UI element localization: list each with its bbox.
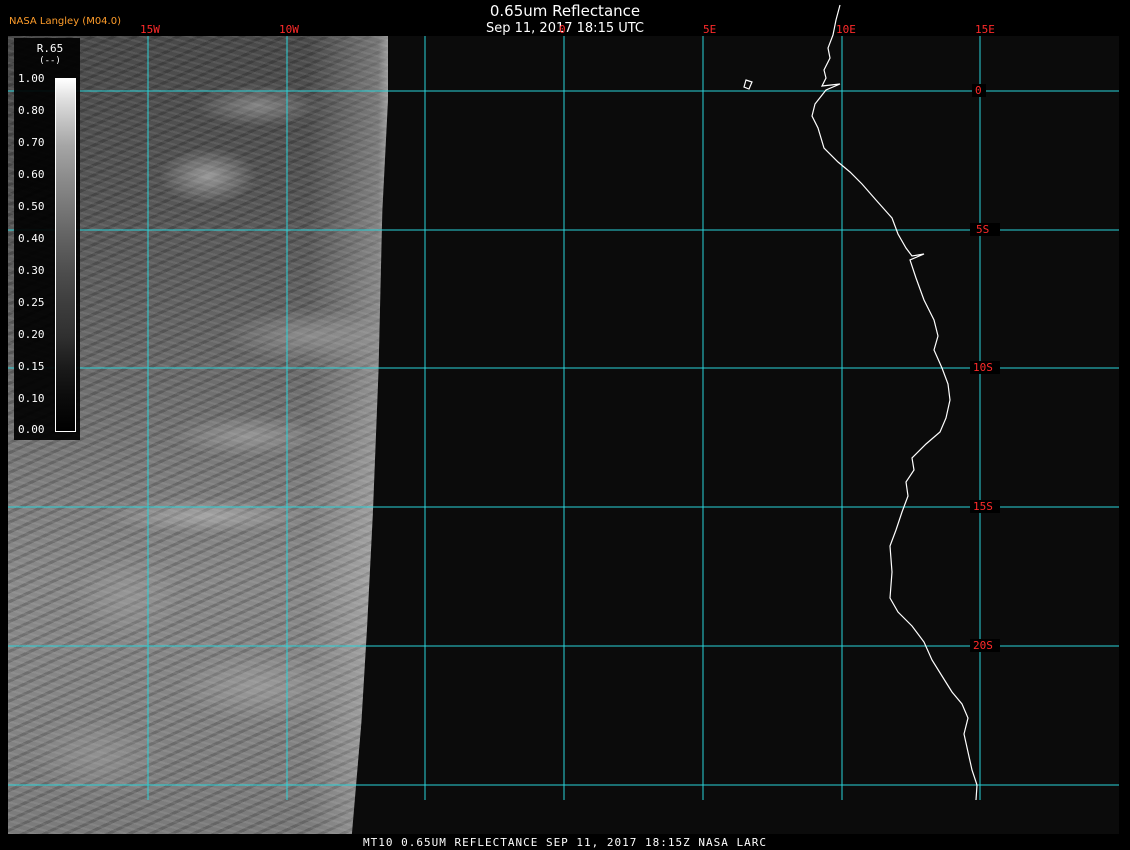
color-legend: R.65 (--) 1.00 0.80 0.70 0.60 0.50 0.40 …: [14, 38, 80, 440]
lon-label-5e: 5E: [703, 23, 716, 36]
island-outline: [743, 79, 753, 90]
lat-label-20s: 20S: [973, 639, 993, 652]
lat-label-0: 0: [975, 84, 982, 97]
legend-tick: 1.00: [18, 72, 45, 85]
coastline: [743, 4, 978, 801]
legend-tick: 0.10: [18, 392, 45, 405]
lat-label-15s: 15S: [973, 500, 993, 513]
lat-label-5s: 5S: [976, 223, 989, 236]
legend-tick: 0.50: [18, 200, 45, 213]
graticule: [8, 36, 1119, 800]
latitude-labels: 0 5S 10S 15S 20S: [970, 84, 1000, 652]
legend-units: (--): [39, 56, 61, 66]
legend-tick: 0.30: [18, 264, 45, 277]
lon-label-10w: 10W: [279, 23, 299, 36]
legend-colorbar: [55, 78, 76, 432]
lon-label-15w: 15W: [140, 23, 160, 36]
legend-tick: 0.40: [18, 232, 45, 245]
lat-label-10s: 10S: [973, 361, 993, 374]
legend-tick: 0.70: [18, 136, 45, 149]
lon-label-15e: 15E: [975, 23, 995, 36]
map-overlay: 15W 10W 0 5E 10E 15E 0 5S 10S 15S 20S: [8, 4, 1119, 801]
legend-tick: 0.15: [18, 360, 45, 373]
legend-tick: 0.60: [18, 168, 45, 181]
lon-label-10e: 10E: [836, 23, 856, 36]
lon-label-0: 0: [559, 23, 566, 36]
legend-tick: 0.25: [18, 296, 45, 309]
longitude-labels: 15W 10W 0 5E 10E 15E: [140, 23, 995, 36]
legend-tick: 0.20: [18, 328, 45, 341]
footer-caption: MT10 0.65UM REFLECTANCE SEP 11, 2017 18:…: [363, 836, 767, 849]
legend-tick: 0.80: [18, 104, 45, 117]
legend-tick: 0.00: [18, 423, 45, 436]
legend-title: R.65: [36, 42, 64, 55]
